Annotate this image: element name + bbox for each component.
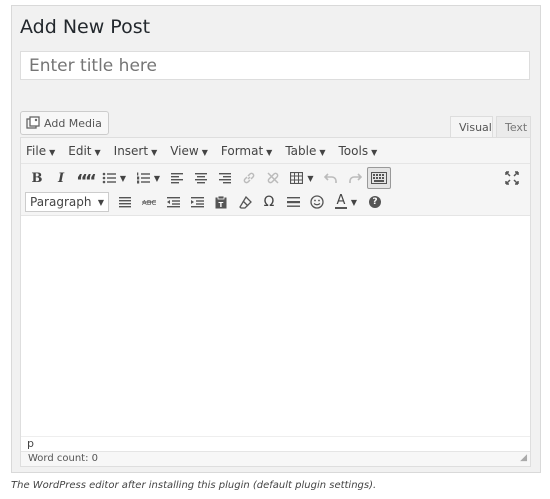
format-select-value: Paragraph [30, 195, 92, 209]
post-editor-panel: Add New Post Add Media Visual Text File▼… [11, 5, 541, 473]
align-center-icon [195, 172, 207, 184]
chevron-down-icon: ▼ [97, 197, 104, 207]
editor-area: File ▼ Edit ▼ Insert ▼ View ▼ Format ▼ Table ▼… [20, 137, 531, 467]
horizontal-line-button[interactable] [281, 191, 305, 213]
redo-button[interactable] [343, 167, 367, 189]
text-color-button[interactable]: A ▼ [329, 191, 363, 213]
svg-text:T: T [219, 201, 224, 209]
help-icon: ? [369, 196, 381, 208]
menu-format[interactable]: Format ▼ [221, 144, 272, 158]
link-icon [242, 171, 256, 185]
numbered-list-button[interactable]: ▼ [131, 167, 165, 189]
word-count: Word count: 0 [28, 453, 99, 464]
bold-icon: B [31, 170, 43, 186]
table-icon [290, 172, 304, 184]
chevron-down-icon: ▼ [49, 147, 56, 157]
tab-text[interactable]: Text [496, 116, 531, 138]
svg-text:ABC: ABC [142, 199, 156, 207]
add-media-button[interactable]: Add Media [20, 111, 109, 135]
fullscreen-icon [505, 171, 519, 185]
outdent-icon [166, 196, 180, 208]
align-left-button[interactable] [165, 167, 189, 189]
clear-format-icon [238, 195, 252, 209]
omega-icon: Ω [263, 194, 275, 210]
media-icon [26, 116, 40, 130]
undo-icon [324, 172, 338, 184]
chevron-down-icon: ▼ [350, 197, 358, 207]
blockquote-button[interactable]: ““ [73, 167, 97, 192]
chevron-down-icon: ▼ [371, 147, 378, 157]
link-button[interactable] [237, 167, 261, 189]
chevron-down-icon: ▼ [201, 147, 208, 157]
paste-text-button[interactable]: T [209, 191, 233, 213]
unlink-icon [266, 171, 280, 185]
help-button[interactable]: ? [363, 191, 387, 213]
toolbar-row-1: B I ““ ▼ ▼ ▼ [25, 166, 391, 192]
justify-icon [119, 196, 131, 208]
editor-content[interactable] [21, 216, 530, 436]
chevron-down-icon: ▼ [266, 147, 273, 157]
bullet-list-button[interactable]: ▼ [97, 167, 131, 189]
chevron-down-icon: ▼ [307, 173, 314, 183]
menu-table[interactable]: Table ▼ [285, 144, 325, 158]
blockquote-icon: ““ [76, 170, 97, 192]
outdent-button[interactable] [161, 191, 185, 213]
toolbar-toggle-button[interactable] [367, 167, 391, 189]
strikethrough-button[interactable]: ABC [137, 191, 161, 213]
horizontal-line-icon [286, 197, 300, 207]
toolbar-row-2: Paragraph ▼ ABC T Ω A ▼ ? [25, 190, 387, 214]
image-caption: The WordPress editor after installing th… [11, 480, 377, 491]
format-select[interactable]: Paragraph ▼ [25, 192, 109, 212]
numbered-list-icon [136, 172, 150, 184]
justify-button[interactable] [113, 191, 137, 213]
add-media-label: Add Media [44, 116, 102, 130]
editor-menubar: File ▼ Edit ▼ Insert ▼ View ▼ Format ▼ Table ▼… [21, 138, 530, 164]
bullet-list-icon [102, 172, 116, 184]
menu-edit[interactable]: Edit ▼ [68, 144, 100, 158]
strikethrough-icon: ABC [142, 197, 156, 207]
undo-button[interactable] [319, 167, 343, 189]
element-path[interactable]: p [21, 436, 530, 451]
editor-toolbar: B I ““ ▼ ▼ ▼ Paragraph ▼ ABC T Ω A ▼ ? [21, 164, 530, 216]
toolbar-toggle-icon [371, 172, 387, 184]
indent-button[interactable] [185, 191, 209, 213]
special-character-button[interactable]: Ω [257, 191, 281, 213]
redo-icon [348, 172, 362, 184]
chevron-down-icon: ▼ [119, 173, 127, 183]
menu-file[interactable]: File ▼ [26, 144, 55, 158]
table-button[interactable]: ▼ [285, 167, 319, 189]
emoticon-icon [310, 195, 324, 209]
italic-button[interactable]: I [49, 167, 73, 189]
chevron-down-icon: ▼ [94, 147, 101, 157]
menu-view[interactable]: View ▼ [170, 144, 208, 158]
fullscreen-button[interactable] [500, 167, 524, 189]
text-color-icon: A [334, 193, 347, 209]
align-right-icon [219, 172, 231, 184]
chevron-down-icon: ▼ [151, 147, 158, 157]
chevron-down-icon: ▼ [153, 173, 161, 183]
align-left-icon [171, 172, 183, 184]
paste-text-icon: T [215, 195, 227, 209]
align-center-button[interactable] [189, 167, 213, 189]
align-right-button[interactable] [213, 167, 237, 189]
chevron-down-icon: ▼ [319, 147, 326, 157]
unlink-button[interactable] [261, 167, 285, 189]
menu-insert[interactable]: Insert ▼ [114, 144, 158, 158]
clear-format-button[interactable] [233, 191, 257, 213]
resize-handle-icon[interactable]: ◢ [520, 453, 527, 463]
word-count-bar: Word count: 0 ◢ [21, 451, 530, 466]
page-title: Add New Post [20, 16, 151, 38]
tab-visual[interactable]: Visual [450, 116, 493, 138]
menu-tools[interactable]: Tools ▼ [339, 144, 378, 158]
post-title-input[interactable] [20, 51, 530, 80]
emoticon-button[interactable] [305, 191, 329, 213]
bold-button[interactable]: B [25, 167, 49, 189]
indent-icon [190, 196, 204, 208]
italic-icon: I [57, 170, 65, 186]
